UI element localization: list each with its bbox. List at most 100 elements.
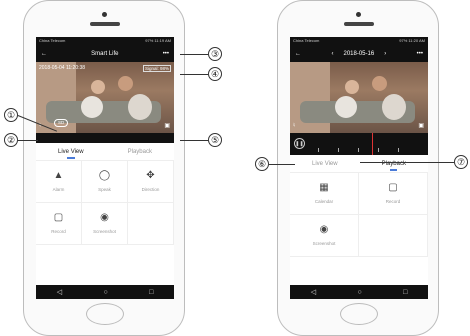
timeline-tick — [358, 148, 359, 152]
alarm-button[interactable]: ▲ Alarm — [36, 161, 82, 203]
calendar-button[interactable]: ▦ Calendar — [290, 173, 359, 215]
timeline-tick — [318, 148, 319, 152]
live-video[interactable]: 2018-05-04 11:20:38 Signal: 98% ♮ SD ▣ — [36, 62, 174, 133]
status-right-text: 97% 11:20 AM — [399, 38, 425, 43]
timeline-tick — [398, 148, 399, 152]
more-button[interactable]: ••• — [163, 51, 169, 57]
tab-live-view[interactable]: Live View — [58, 149, 84, 159]
callout-leader — [269, 164, 295, 165]
chevron-right-icon[interactable]: › — [384, 51, 386, 57]
control-grid: ▦ Calendar ▢ Record ◉ Screenshot — [290, 173, 428, 257]
recents-nav-icon[interactable]: □ — [149, 289, 153, 296]
android-nav-bar: ◁ ○ □ — [36, 285, 174, 299]
screenshot-label: Screenshot — [93, 229, 116, 234]
status-bar: China Telecom 97% 11:19 AM — [36, 37, 174, 45]
back-nav-icon[interactable]: ◁ — [57, 288, 62, 296]
callout-2: ② — [4, 133, 18, 147]
home-nav-icon[interactable]: ○ — [103, 289, 107, 296]
carrier-text: China Telecom — [39, 38, 66, 43]
more-button[interactable]: ••• — [417, 51, 423, 57]
signal-badge: Signal: 98% — [142, 65, 171, 72]
callout-leader — [180, 54, 208, 55]
callout-leader — [18, 140, 38, 141]
control-grid: ▲ Alarm ◯ Speak ✥ Direction ▢ Record ◉ S… — [36, 161, 174, 245]
fullscreen-icon[interactable]: ▣ — [164, 122, 170, 129]
screenshot-button[interactable]: ◉ Screenshot — [82, 203, 128, 245]
view-tabs: Live View Playback — [36, 143, 174, 161]
arrow-left-icon[interactable]: ← — [41, 51, 47, 57]
record-label: Record — [385, 199, 401, 204]
callout-leader — [180, 74, 208, 75]
pause-icon[interactable]: ❚❚ — [294, 138, 305, 149]
fullscreen-icon[interactable]: ▣ — [418, 122, 424, 129]
screen: China Telecom 97% 11:19 AM ← Smart Life … — [36, 37, 174, 299]
callout-leader — [360, 162, 454, 163]
callout-3: ③ — [208, 47, 222, 61]
move-arrows-icon: ✥ — [146, 170, 155, 181]
home-nav-icon[interactable]: ○ — [357, 289, 361, 296]
speaker-grille — [344, 22, 374, 26]
timeline-tick — [338, 148, 339, 152]
status-right-text: 97% 11:19 AM — [145, 38, 171, 43]
calendar-icon: ▦ — [319, 182, 329, 193]
record-label: Record — [51, 229, 66, 234]
video-person — [128, 94, 152, 120]
record-button[interactable]: ▢ Record — [359, 173, 428, 215]
speaker-icon[interactable]: ♮ — [293, 122, 295, 129]
app-bar: ← Smart Life ••• — [36, 45, 174, 62]
sd-button[interactable]: SD — [54, 119, 69, 127]
video-bottom-bar — [36, 133, 174, 143]
tab-live-view[interactable]: Live View — [312, 161, 338, 167]
video-person — [91, 80, 105, 94]
alarm-icon: ▲ — [53, 170, 64, 181]
tab-playback[interactable]: Playback — [128, 149, 152, 155]
timeline-scrubber[interactable] — [308, 133, 428, 155]
screen: China Telecom 97% 11:20 AM ← ‹ 2018-05-1… — [290, 37, 428, 299]
front-camera — [356, 12, 361, 17]
phone-right: China Telecom 97% 11:20 AM ← ‹ 2018-05-1… — [277, 0, 439, 336]
status-bar: China Telecom 97% 11:20 AM — [290, 37, 428, 45]
arrow-left-icon[interactable]: ← — [295, 51, 301, 57]
video-camera-icon: ▢ — [53, 212, 64, 223]
home-button[interactable] — [86, 303, 124, 325]
video-person — [335, 96, 357, 118]
date-text[interactable]: 2018-05-16 — [343, 51, 374, 57]
page-title: Smart Life — [91, 50, 119, 57]
callout-6: ⑥ — [255, 157, 269, 171]
empty-cell — [359, 215, 428, 257]
date-selector: ‹ 2018-05-16 › — [331, 51, 386, 57]
chevron-left-icon[interactable]: ‹ — [331, 51, 333, 57]
video-person — [382, 94, 406, 120]
playback-timeline-bar: ❚❚ — [290, 133, 428, 155]
app-bar: ← ‹ 2018-05-16 › ••• — [290, 45, 428, 62]
timeline-cursor[interactable] — [372, 133, 373, 155]
carrier-text: China Telecom — [293, 38, 320, 43]
calendar-label: Calendar — [314, 199, 334, 204]
camera-icon: ◉ — [100, 212, 109, 223]
speaker-grille — [90, 22, 120, 26]
android-nav-bar: ◁ ○ □ — [290, 285, 428, 299]
screenshot-button[interactable]: ◉ Screenshot — [290, 215, 359, 257]
back-nav-icon[interactable]: ◁ — [311, 288, 316, 296]
view-tabs: Live View Playback — [290, 155, 428, 173]
camera-icon: ◉ — [319, 224, 329, 235]
record-button[interactable]: ▢ Record — [36, 203, 82, 245]
timeline-tick — [378, 148, 379, 152]
video-person — [345, 80, 359, 94]
speak-button[interactable]: ◯ Speak — [82, 161, 128, 203]
microphone-icon: ◯ — [98, 170, 111, 181]
video-timestamp: 2018-05-04 11:20:38 — [39, 65, 86, 71]
speak-label: Speak — [98, 187, 111, 192]
alarm-label: Alarm — [52, 187, 65, 192]
callout-4: ④ — [208, 67, 222, 81]
video-camera-icon: ▢ — [388, 182, 398, 193]
recents-nav-icon[interactable]: □ — [403, 289, 407, 296]
direction-button[interactable]: ✥ Direction — [128, 161, 174, 203]
direction-label: Direction — [141, 187, 160, 192]
playback-video[interactable]: ♮ ▣ — [290, 62, 428, 133]
video-person — [372, 76, 387, 91]
video-person — [81, 96, 103, 118]
front-camera — [102, 12, 107, 17]
callout-7: ⑦ — [454, 155, 468, 169]
home-button[interactable] — [340, 303, 378, 325]
